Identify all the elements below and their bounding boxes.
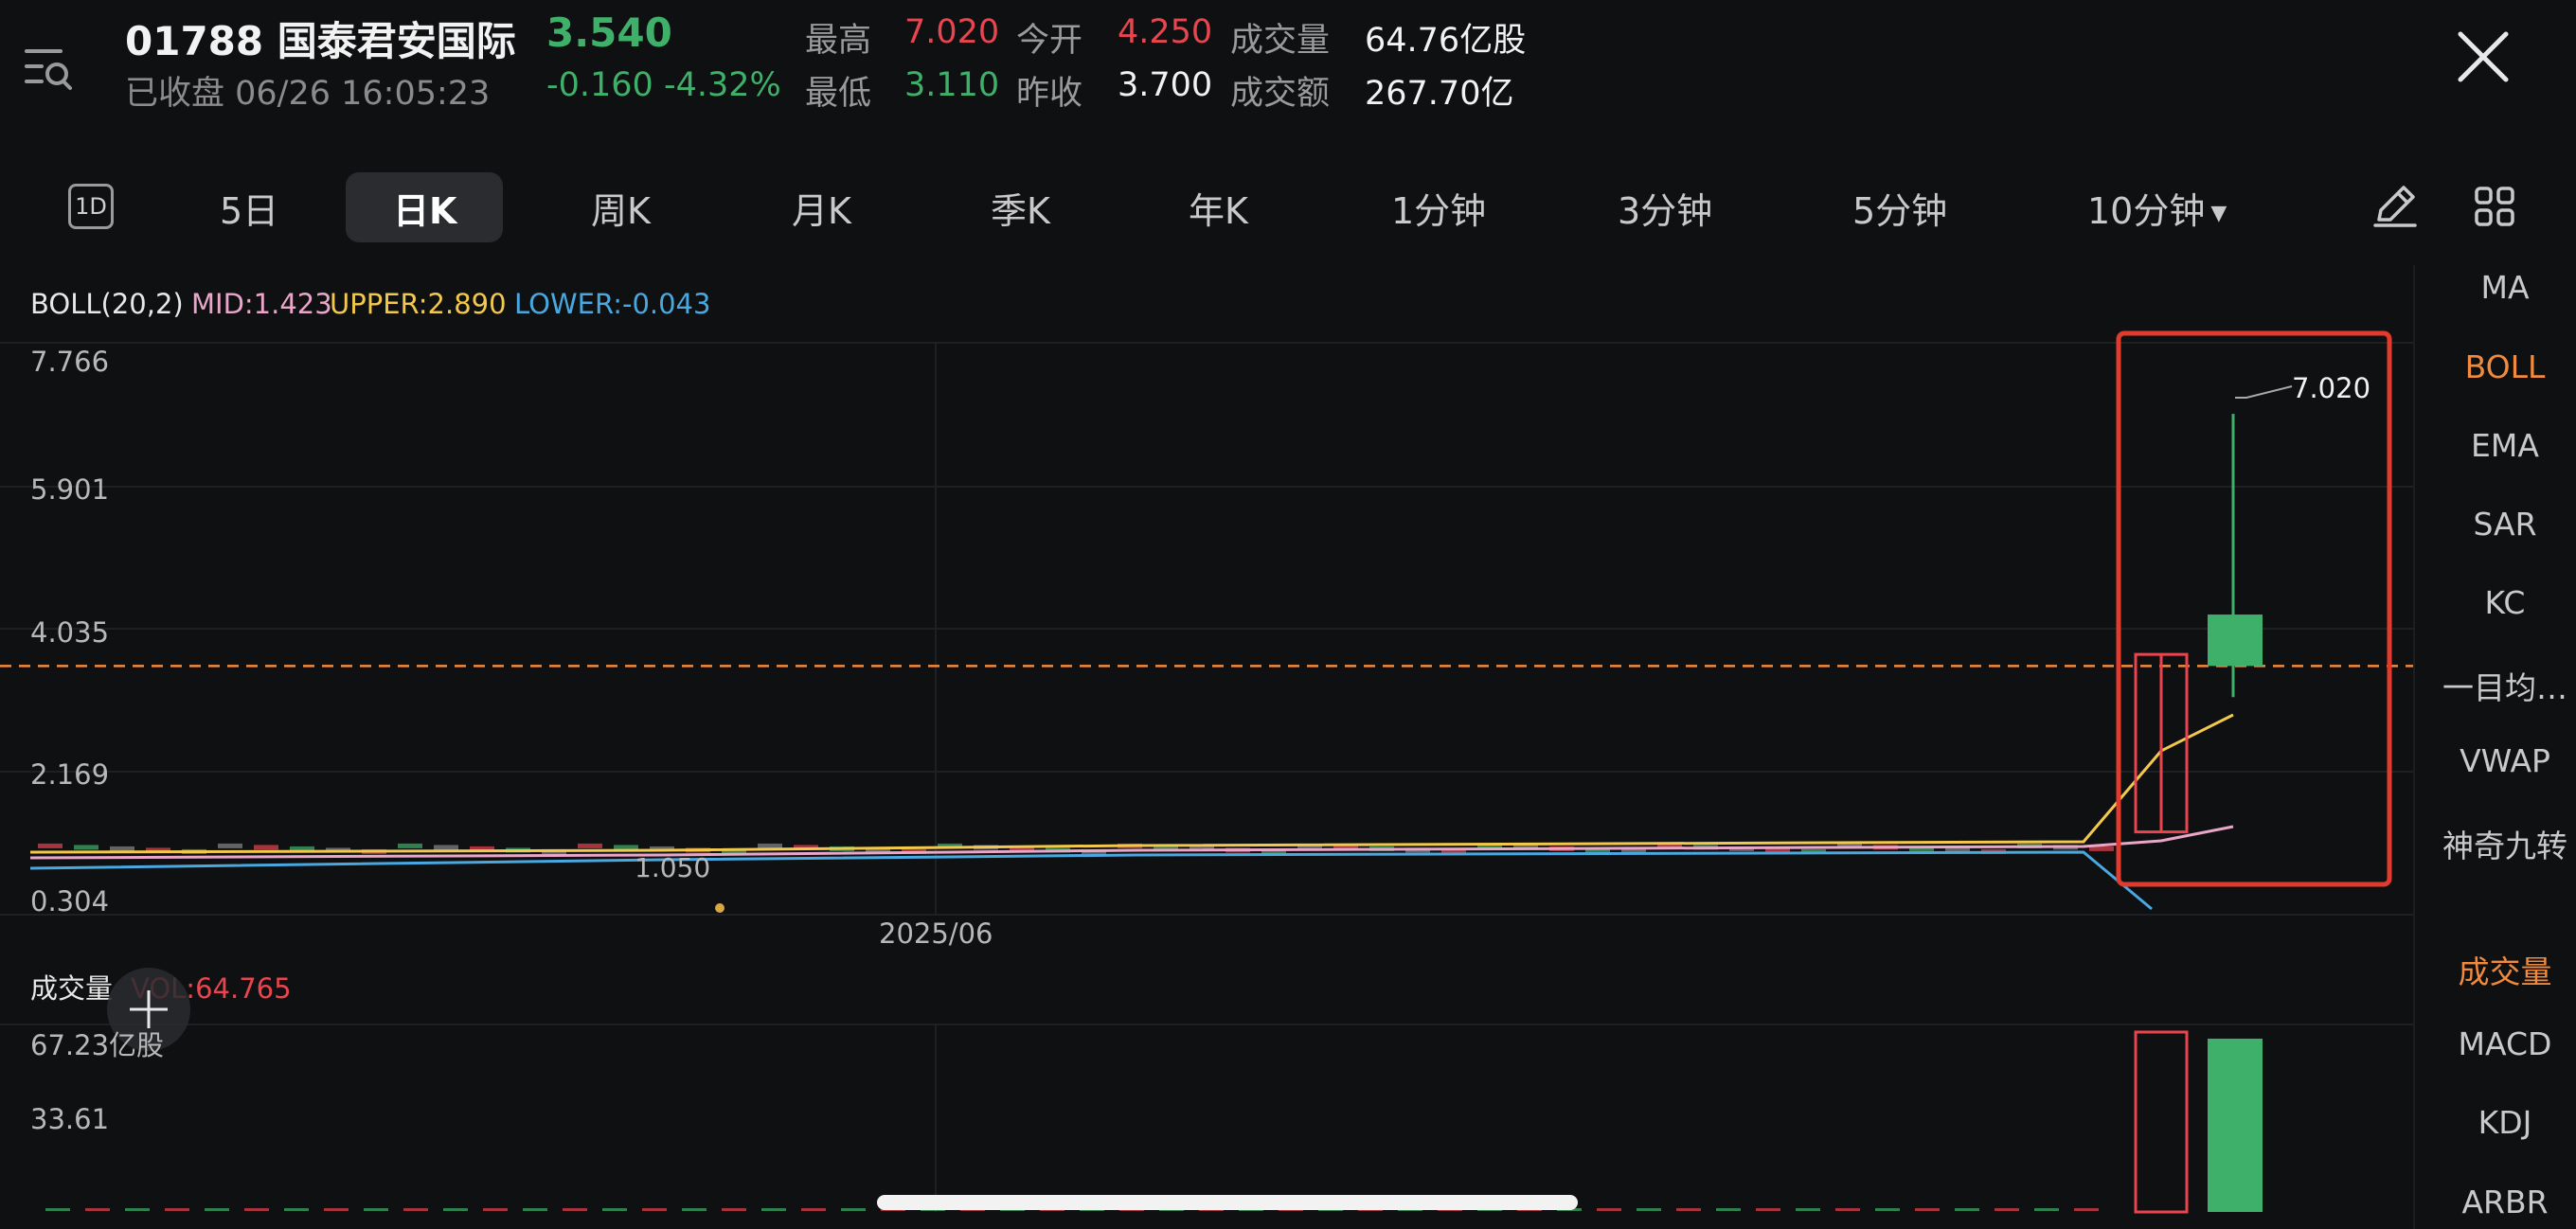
historic-volume-bar (2034, 1208, 2059, 1211)
historic-candle (758, 843, 782, 848)
historic-candle (398, 843, 422, 848)
historic-candle (74, 845, 98, 850)
close-icon[interactable] (2453, 27, 2513, 87)
indicator-ichimoku[interactable]: 一目均… (2424, 663, 2576, 708)
historic-candle (254, 845, 278, 850)
historic-volume-bar (563, 1208, 587, 1211)
y-tick-2: 4.035 (30, 616, 109, 649)
historic-volume-bar (1835, 1208, 1860, 1211)
historic-volume-bar (324, 1208, 349, 1211)
historic-volume-bar (761, 1208, 786, 1211)
indicator-vwap[interactable]: VWAP (2424, 742, 2576, 779)
volume-legend-label: 成交量 (30, 972, 113, 1005)
max-price-label: 7.020 (2292, 372, 2370, 404)
volume-bars (2134, 1030, 2263, 1214)
y-tick-0: 7.766 (30, 346, 109, 378)
historic-volume-bar (45, 1208, 70, 1211)
historic-candle (578, 843, 602, 848)
historic-candle (434, 845, 458, 850)
historic-volume-bar (483, 1208, 508, 1211)
max-price-leader (2235, 385, 2293, 399)
historic-volume-bar (1796, 1208, 1820, 1211)
historic-volume-bar (602, 1208, 627, 1211)
candle-body-1 (2208, 614, 2263, 667)
historic-volume-bar (443, 1208, 468, 1211)
historic-volume-bar (1915, 1208, 1940, 1211)
kline-chart[interactable]: 7.020 1.050 7.766 5.901 4.035 2.169 0.30… (0, 0, 2413, 1229)
historic-volume-bar (642, 1208, 667, 1211)
historic-volume-bar (1716, 1208, 1741, 1211)
historic-volume-bar (2074, 1208, 2099, 1211)
highlight-box (2116, 330, 2392, 887)
x-tick-date: 2025/06 (879, 917, 993, 950)
min-price-label: 1.050 (635, 852, 710, 883)
volume-bar-0 (2134, 1030, 2189, 1214)
vol-y-tick-1: 33.61 (30, 1103, 109, 1135)
historic-candle (110, 846, 134, 851)
indicator-arbr[interactable]: ARBR (2424, 1184, 2576, 1220)
historic-volume-bar (125, 1208, 150, 1211)
boll-upper-line (29, 713, 2234, 854)
historic-volume-bar (244, 1208, 269, 1211)
event-dot-marker (715, 903, 724, 913)
historic-volume-bar (841, 1208, 866, 1211)
indicator-kdj[interactable]: KDJ (2424, 1104, 2576, 1141)
side-panel-divider (2413, 265, 2415, 1229)
historic-volume-bar (1756, 1208, 1780, 1211)
historic-volume-bar (284, 1208, 309, 1211)
historic-volume-bar (1995, 1208, 2019, 1211)
historic-volume-bar (1676, 1208, 1701, 1211)
indicator-ma[interactable]: MA (2424, 269, 2576, 306)
indicator-macd[interactable]: MACD (2424, 1025, 2576, 1062)
historic-volume-bar (364, 1208, 388, 1211)
historic-volume-bar (1955, 1208, 1979, 1211)
historic-volume-bar (1637, 1208, 1661, 1211)
historic-candle (218, 843, 242, 848)
historic-volume-bar (1875, 1208, 1900, 1211)
historic-volume-bar (523, 1208, 547, 1211)
historic-volume-bar (801, 1208, 826, 1211)
indicator-kc[interactable]: KC (2424, 584, 2576, 621)
historic-volume-bar (1597, 1208, 1621, 1211)
y-tick-1: 5.901 (30, 473, 109, 506)
indicator-volume[interactable]: 成交量 (2424, 947, 2576, 992)
chart-grid (0, 342, 2413, 1212)
historic-volume-bar (682, 1208, 707, 1211)
indicator-ema[interactable]: EMA (2424, 427, 2576, 464)
grid-menu-icon[interactable] (2474, 186, 2515, 227)
indicator-boll[interactable]: BOLL (2424, 348, 2576, 385)
indicator-td-sequential[interactable]: 神奇九转 (2424, 821, 2576, 866)
historic-volume-bar (205, 1208, 229, 1211)
home-indicator-bar (877, 1195, 1578, 1210)
historic-volume-bar (165, 1208, 189, 1211)
y-tick-4: 0.304 (30, 885, 109, 917)
boll-lower-line (29, 850, 2153, 911)
historic-volume-bar (403, 1208, 428, 1211)
vol-y-tick-0: 67.23亿股 (30, 1029, 164, 1061)
historic-volume-bar (85, 1208, 110, 1211)
indicator-sar[interactable]: SAR (2424, 506, 2576, 543)
historic-candle (38, 843, 63, 848)
historic-volume-bar (722, 1208, 746, 1211)
volume-bar-1 (2208, 1038, 2263, 1212)
recent-candles (2134, 414, 2263, 834)
y-tick-3: 2.169 (30, 758, 109, 791)
